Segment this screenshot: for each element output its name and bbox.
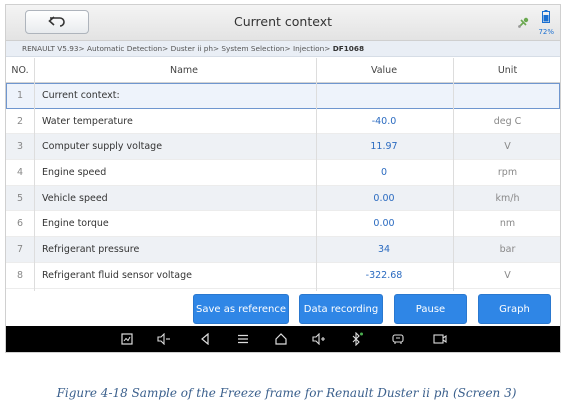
row-value: 34 [377, 244, 391, 256]
row-name: Current context: [42, 90, 120, 101]
table-header: NO. Name Value Unit [6, 58, 560, 83]
row-number: 5 [16, 192, 24, 204]
row-name: Refrigerant fluid sensor voltage [42, 269, 192, 281]
table-row[interactable]: 4 Engine speed 0 rpm [6, 160, 560, 186]
breadcrumb-path: RENAULT V5.93> Automatic Detection> Dust… [22, 44, 333, 53]
row-unit: km/h [495, 192, 520, 204]
vci-connector-icon[interactable] [391, 332, 405, 346]
table-row[interactable]: 6 Engine torque 0.00 nm [6, 211, 560, 238]
row-name: Vehicle speed [42, 192, 108, 204]
row-name: Engine torque [42, 218, 109, 230]
header-no: NO. [11, 65, 29, 76]
figure-caption: Figure 4-18 Sample of the Freeze frame f… [56, 386, 517, 400]
row-value: -40.0 [371, 115, 397, 127]
bluetooth-icon[interactable] [350, 332, 364, 346]
title-bar: Current context 72% [6, 5, 560, 41]
header-value: Value [370, 65, 398, 76]
table-row[interactable]: 2 Water temperature -40.0 deg C [6, 109, 560, 135]
data-table: 1 Current context: 2 Water temperature -… [6, 83, 560, 289]
row-unit: rpm [497, 167, 518, 179]
row-value: -322.68 [365, 269, 403, 281]
battery-percent: 72% [538, 28, 554, 36]
table-row[interactable]: 3 Computer supply voltage 11.97 V [6, 134, 560, 161]
graph-button[interactable]: Graph [478, 294, 551, 324]
device-screen: Current context 72% RENAULT V5.93> Autom… [5, 4, 561, 353]
battery-indicator: 72% [538, 8, 554, 36]
row-value: 0 [380, 167, 388, 179]
table-row[interactable]: 7 Refrigerant pressure 34 bar [6, 237, 560, 263]
breadcrumb: RENAULT V5.93> Automatic Detection> Dust… [6, 41, 560, 57]
connection-status-icon [516, 15, 530, 34]
back-nav-icon[interactable] [198, 332, 212, 346]
action-bar: Save as reference Data recording Pause G… [6, 294, 560, 328]
row-number: 2 [16, 115, 24, 127]
battery-icon [542, 8, 551, 27]
row-unit: bar [499, 244, 516, 256]
row-unit: V [504, 141, 511, 153]
data-recording-button[interactable]: Data recording [299, 294, 383, 324]
screenshot-icon[interactable] [120, 332, 134, 346]
system-nav-bar [6, 326, 560, 352]
row-value: 0.00 [373, 218, 395, 230]
row-unit: V [504, 269, 511, 281]
row-number: 7 [16, 244, 24, 256]
row-value: 11.97 [370, 141, 398, 153]
row-number: 3 [16, 141, 24, 153]
table-row[interactable]: 5 Vehicle speed 0.00 km/h [6, 185, 560, 212]
row-number: 1 [16, 90, 24, 101]
volume-up-icon[interactable] [312, 332, 326, 346]
pause-button[interactable]: Pause [394, 294, 467, 324]
save-as-reference-button[interactable]: Save as reference [193, 294, 289, 324]
column-divider [453, 58, 454, 291]
column-divider [34, 58, 35, 291]
row-number: 8 [16, 269, 24, 281]
row-name: Computer supply voltage [42, 141, 163, 153]
table-row[interactable]: 8 Refrigerant fluid sensor voltage -322.… [6, 263, 560, 289]
row-name: Engine speed [42, 167, 107, 179]
column-divider [316, 58, 317, 291]
table-row[interactable]: 1 Current context: [6, 83, 560, 109]
status-indicators: 72% [516, 8, 554, 36]
row-unit: nm [499, 218, 516, 230]
breadcrumb-current: DF1068 [332, 44, 365, 53]
screen-record-icon[interactable] [433, 332, 447, 346]
home-icon[interactable] [274, 332, 288, 346]
volume-down-icon[interactable] [157, 332, 171, 346]
row-number: 4 [16, 167, 24, 179]
header-unit: Unit [497, 65, 518, 76]
row-unit: deg C [493, 115, 522, 127]
page-title: Current context [233, 14, 333, 29]
row-number: 6 [16, 218, 24, 230]
row-value: 0.00 [373, 192, 395, 204]
menu-icon[interactable] [236, 332, 250, 346]
header-name: Name [169, 65, 199, 76]
row-name: Refrigerant pressure [42, 244, 140, 256]
row-name: Water temperature [42, 115, 133, 127]
